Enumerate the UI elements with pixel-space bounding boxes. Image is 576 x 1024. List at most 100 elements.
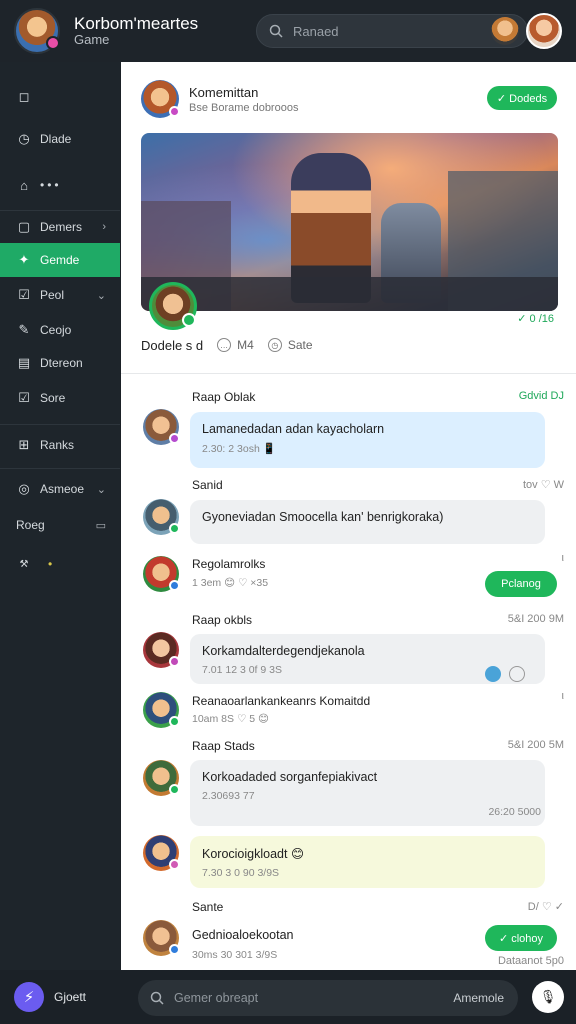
post-meta-label: Dodele s d (141, 337, 204, 353)
message-bubble: Korocioigkloadt 😊 7.30 3 0 90 3/9S (190, 836, 545, 888)
post-subtitle: Bse Borame dobrooos (189, 101, 299, 114)
message-avatar[interactable] (143, 409, 180, 445)
message-sub: 10am 8S ♡ 5 😊 (192, 713, 269, 725)
checkbox-icon: ☑ (18, 287, 30, 302)
message-author: Raap okbls (192, 613, 253, 627)
sidebar-item-gemde[interactable]: ✦ Gemde (0, 243, 120, 277)
message-sub: 30ms 30 301 3/9S (192, 949, 278, 961)
sidebar-item-dlade[interactable]: ◷ Dlade (0, 122, 120, 156)
ellipsis-icon: … (217, 338, 232, 352)
sidebar-item-asmeoe[interactable]: ◎ Asmeoe ⌄ (0, 472, 120, 506)
sidebar-item-dtereon[interactable]: ▤ Dtereon (0, 346, 120, 380)
grid-icon: ⊞ (18, 437, 30, 452)
lightning-icon[interactable]: ⚡ (14, 982, 44, 1012)
post-action-2[interactable]: ◷ Sate (267, 338, 313, 352)
dot-icon: • (48, 557, 53, 571)
post-header: Komemittan Bse Borame dobrooos (141, 80, 298, 118)
message-sub: 2.30693 77 (202, 790, 255, 802)
composer-input[interactable]: Gemer obreapt (174, 991, 258, 1005)
message-avatar[interactable] (143, 556, 180, 592)
search-input[interactable]: Ranaed (293, 24, 339, 39)
sidebar-item-sore[interactable]: ☑ Sore (0, 381, 120, 415)
message-author: Raap Oblak (192, 390, 256, 404)
search-icon (269, 24, 283, 38)
message-text: Gednioaloekootan (192, 928, 294, 942)
sidebar-item-roeg[interactable]: Roeg ▭ (0, 508, 120, 542)
folder-icon: ▭ (95, 519, 106, 532)
reaction-icon[interactable] (509, 666, 525, 682)
status-dot (169, 656, 180, 667)
message-action-button[interactable]: Pclanog (485, 571, 557, 597)
post-edit-count[interactable]: ✓ 0 /16 (517, 312, 554, 325)
sidebar-item-demers[interactable]: ▢ Demers › (0, 210, 120, 244)
checkbox-icon: ☑ (18, 390, 30, 405)
message-bubble: Korkoadaded sorganfepiakivact 2.30693 77… (190, 760, 545, 826)
status-dot (169, 716, 180, 727)
message-text: Lamanedadan adan kayacholarn (202, 422, 385, 436)
status-dot (169, 944, 180, 955)
home-icon: ⌂ (20, 177, 28, 193)
message-meta: Gdvid DJ (518, 390, 564, 402)
message-text: Korkamdalterdegendjekanola (202, 644, 365, 658)
message-time: Dataanot 5p0 (497, 955, 564, 967)
chevron-down-icon: ⌄ (96, 289, 106, 302)
search-icon (150, 991, 164, 1005)
app-subtitle: Game (74, 32, 110, 47)
circle-icon: ◎ (18, 481, 30, 496)
tools-icon: ⚒ (19, 558, 29, 570)
message-meta: D/ ♡ ✓ (527, 901, 564, 913)
app-avatar[interactable] (14, 8, 60, 54)
post-author-avatar[interactable] (141, 80, 180, 118)
feed-panel: Komemittan Bse Borame dobrooos ✓ Dodeds … (121, 62, 576, 970)
message-avatar[interactable] (143, 760, 180, 796)
game-icon: ✦ (18, 252, 30, 267)
chevron-right-icon: › (102, 221, 106, 233)
clock-icon: ◷ (18, 131, 30, 146)
message-composer[interactable]: Gemer obreapt Amemole (138, 980, 518, 1016)
sidebar-item-top[interactable]: ◻ (0, 80, 120, 114)
chevron-down-icon: ⌄ (96, 483, 106, 496)
sidebar-item-label: Sore (40, 391, 66, 405)
microphone-icon[interactable]: 🎙 (532, 981, 564, 1013)
status-dot (46, 36, 60, 50)
message-meta: ι (561, 552, 564, 564)
message-avatar[interactable] (143, 632, 180, 668)
message-time: 26:20 5000 (488, 806, 541, 818)
sidebar-item-label: Dlade (40, 132, 72, 146)
sidebar-item-ceojo[interactable]: ✎ Ceojo (0, 313, 120, 347)
sidebar-item-label: ••• (40, 178, 62, 192)
message-author: Reanaoarlankankeanrs Komaitdd (192, 694, 371, 708)
sidebar-divider (0, 468, 120, 469)
sidebar-item-tools[interactable]: ⚒ • (0, 547, 120, 581)
clock-icon: ◷ (267, 338, 282, 352)
message-avatar[interactable] (143, 692, 180, 728)
status-dot (169, 433, 180, 444)
search-bar[interactable]: Ranaed (256, 14, 528, 48)
user-avatar[interactable] (526, 13, 562, 49)
reaction-icon[interactable] (485, 666, 501, 682)
sidebar-item-label: Asmeoe (40, 482, 85, 496)
divider (121, 373, 576, 374)
message-avatar[interactable] (143, 920, 180, 956)
message-meta: tov ♡ W (522, 479, 564, 491)
message-avatar[interactable] (143, 835, 180, 871)
message-bubble: Gyoneviadan Smoocella kan' benrigkoraka) (190, 500, 545, 544)
message-sub: 7.30 3 0 90 3/9S (202, 867, 280, 879)
message-author: Sante (192, 900, 224, 914)
message-meta: 5&I 200 9M (507, 613, 564, 625)
status-dot (169, 859, 180, 870)
sidebar-item-peol[interactable]: ☑ Peol ⌄ (0, 278, 120, 312)
book-icon: ▤ (17, 355, 31, 370)
post-action-1[interactable]: … M4 (217, 338, 254, 352)
message-avatar[interactable] (143, 499, 180, 535)
message-text: Korkoadaded sorganfepiakivact (202, 770, 378, 784)
follow-button[interactable]: ✓ Dodeds (487, 86, 557, 110)
post-game-avatar[interactable] (149, 282, 197, 330)
post-banner-image[interactable] (141, 133, 558, 311)
sidebar-item-ranks[interactable]: ⊞ Ranks (0, 428, 120, 462)
sidebar-item-home[interactable]: ⌂ ••• (0, 168, 120, 202)
message-action-button[interactable]: ✓ clohoy (485, 925, 557, 951)
message-author: Raap Stads (192, 739, 255, 753)
sidebar-divider (0, 424, 120, 425)
message-author: Sanid (192, 478, 223, 492)
